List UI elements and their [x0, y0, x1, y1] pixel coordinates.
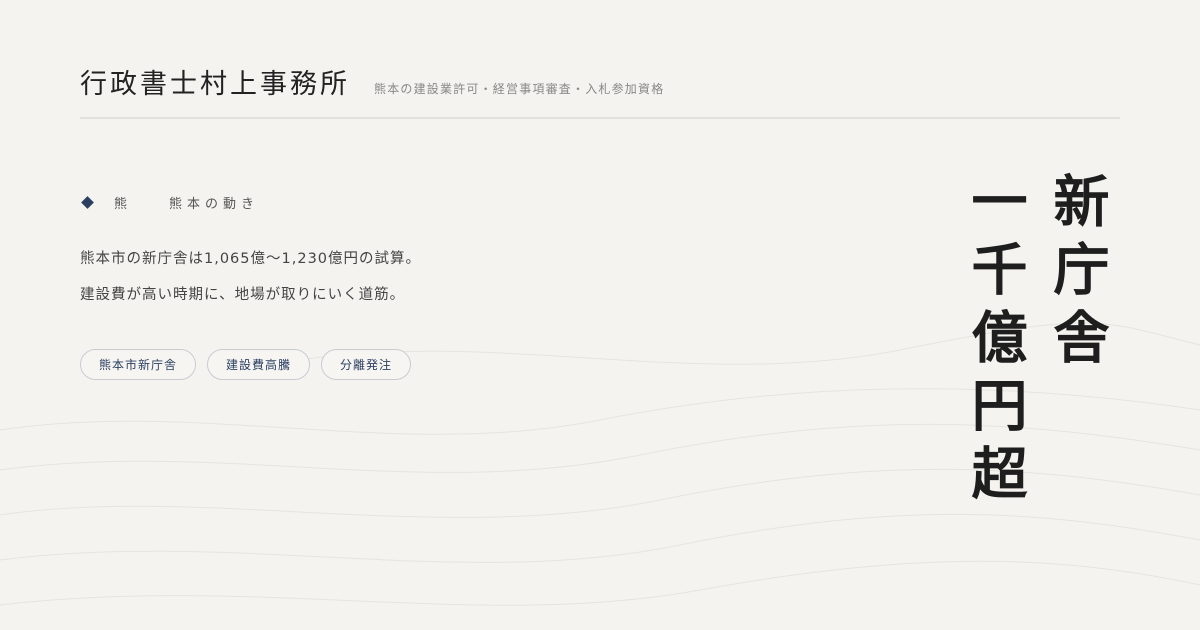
summary-line-1: 熊本市の新庁舎は1,065億〜1,230億円の試算。 [80, 251, 422, 267]
tag-bunri-hacchu[interactable]: 分離発注 [321, 349, 412, 380]
header-divider [80, 117, 1120, 119]
tag-shinchousha[interactable]: 熊本市新庁舎 [80, 349, 197, 380]
vertical-headline: 新庁舎 一千億円超 [954, 172, 1118, 512]
category-short: 熊 [114, 196, 130, 212]
headline-column-1: 新庁舎 [1044, 172, 1110, 376]
diamond-icon [81, 195, 94, 209]
category-name: 熊本の動き [169, 196, 260, 212]
site-header: 行政書士村上事務所 熊本の建設業許可・経営事項審査・入札参加資格 [80, 62, 1120, 102]
summary-line-2: 建設費が高い時期に、地場が取りにいく道筋。 [80, 287, 406, 303]
headline-column-2: 一千億円超 [962, 172, 1028, 512]
article-summary: 熊本市の新庁舎は1,065億〜1,230億円の試算。 建設費が高い時期に、地場が… [80, 247, 421, 319]
tag-kensetsuhi[interactable]: 建設費高騰 [207, 349, 311, 380]
category-label: 熊 熊本の動き [80, 192, 259, 212]
brand-title[interactable]: 行政書士村上事務所 [80, 68, 350, 102]
tag-list: 熊本市新庁舎 建設費高騰 分離発注 [80, 349, 422, 380]
brand-tagline: 熊本の建設業許可・経営事項審査・入札参加資格 [374, 82, 665, 96]
